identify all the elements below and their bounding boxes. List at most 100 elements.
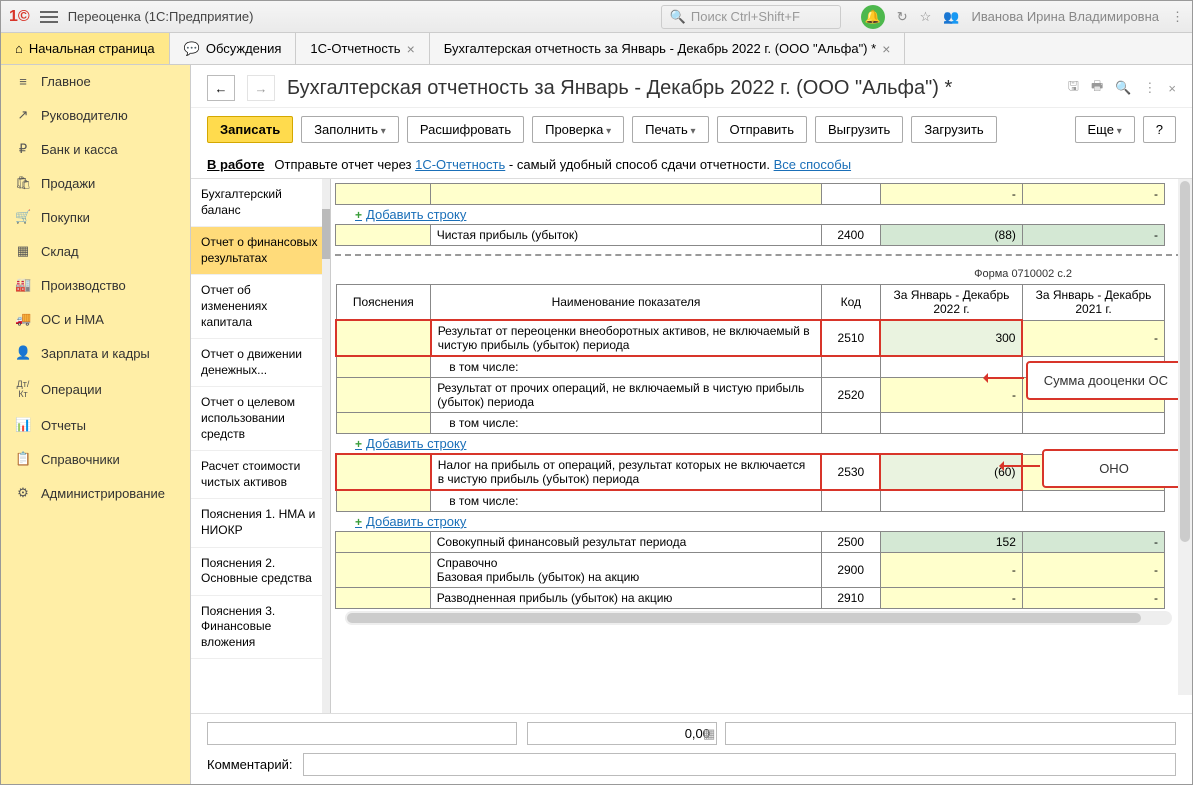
report-table-total: Совокупный финансовый результат периода … xyxy=(335,531,1165,609)
scrollbar[interactable] xyxy=(322,179,330,713)
nav-salary[interactable]: 👤Зарплата и кадры xyxy=(1,336,190,370)
close-icon[interactable]: × xyxy=(407,41,415,57)
list-icon: ≡ xyxy=(15,74,31,89)
comment-label: Комментарий: xyxy=(207,757,293,772)
factory-icon: 🏭 xyxy=(15,277,31,293)
section-cashflow[interactable]: Отчет о движении денежных... xyxy=(191,339,330,387)
section-notes3[interactable]: Пояснения 3. Финансовые вложения xyxy=(191,596,330,660)
tab-home[interactable]: ⌂ Начальная страница xyxy=(1,33,170,64)
nav-sales[interactable]: 🛍Продажи xyxy=(1,166,190,200)
grid-icon: ▦ xyxy=(15,243,31,259)
status-badge[interactable]: В работе xyxy=(207,157,264,172)
table-row[interactable]: Налог на прибыль от операций, результат … xyxy=(336,454,1165,490)
callout-revaluation: Сумма дооценки ОС xyxy=(1026,361,1186,400)
table-header: Пояснения Наименование показателя Код За… xyxy=(336,285,1165,321)
section-notes1[interactable]: Пояснения 1. НМА и НИОКР xyxy=(191,499,330,547)
nav-purchases[interactable]: 🛒Покупки xyxy=(1,200,190,234)
close-icon[interactable]: × xyxy=(882,41,890,57)
nav-warehouse[interactable]: ▦Склад xyxy=(1,234,190,268)
table-row[interactable]: в том числе: xyxy=(336,413,1165,434)
overflow-icon[interactable]: ⋮ xyxy=(1171,9,1184,25)
fill-button[interactable]: Заполнить xyxy=(301,116,399,143)
comment-input[interactable] xyxy=(303,753,1177,776)
tab-discussions[interactable]: 💬 Обсуждения xyxy=(170,33,297,64)
section-net-assets[interactable]: Расчет стоимости чистых активов xyxy=(191,451,330,499)
footer-num-input[interactable] xyxy=(527,722,717,745)
report-table-net: Чистая прибыль (убыток) 2400 (88) - xyxy=(335,224,1165,246)
calc-icon[interactable]: ▦ xyxy=(703,726,715,742)
link-all-ways[interactable]: Все способы xyxy=(774,157,851,172)
trend-icon: ↗ xyxy=(15,107,31,123)
section-fin-results[interactable]: Отчет о финансовых результатах xyxy=(191,227,330,275)
nav-assets[interactable]: 🚚ОС и НМА xyxy=(1,302,190,336)
nav-bank[interactable]: ₽Банк и касса xyxy=(1,132,190,166)
add-row-link[interactable]: Добавить строку xyxy=(335,512,1182,531)
save-button[interactable]: Записать xyxy=(207,116,293,143)
horizontal-scrollbar[interactable] xyxy=(345,611,1172,625)
import-button[interactable]: Загрузить xyxy=(911,116,996,143)
section-balance[interactable]: Бухгалтерский баланс xyxy=(191,179,330,227)
search-icon: 🔍 xyxy=(670,9,686,25)
vertical-scrollbar[interactable] xyxy=(1178,179,1192,695)
global-search[interactable]: 🔍 Поиск Ctrl+Shift+F xyxy=(661,5,841,29)
user-name[interactable]: Иванова Ирина Владимировна xyxy=(971,9,1159,24)
clipboard-icon: 📋 xyxy=(15,451,31,467)
add-row-link[interactable]: Добавить строку xyxy=(335,205,1182,224)
chart-icon: 📊 xyxy=(15,417,31,433)
user-icon[interactable]: 👥 xyxy=(943,9,959,25)
link-1c-report[interactable]: 1С-Отчетность xyxy=(415,157,505,172)
nav-manager[interactable]: ↗Руководителю xyxy=(1,98,190,132)
kebab-icon[interactable]: ⋮ xyxy=(1143,80,1156,96)
help-button[interactable]: ? xyxy=(1143,116,1176,143)
star-icon[interactable]: ☆ xyxy=(920,9,932,25)
nav-reports[interactable]: 📊Отчеты xyxy=(1,408,190,442)
print-button[interactable]: Печать xyxy=(632,116,708,143)
doc-header: ← → Бухгалтерская отчетность за Январь -… xyxy=(191,65,1192,108)
table-row[interactable]: в том числе: xyxy=(336,490,1165,512)
send-button[interactable]: Отправить xyxy=(717,116,807,143)
nav-catalogs[interactable]: 📋Справочники xyxy=(1,442,190,476)
save-icon[interactable]: 🖫 xyxy=(1068,77,1079,99)
ruble-icon: ₽ xyxy=(15,141,31,157)
form-number: Форма 0710002 с.2 xyxy=(335,264,1182,284)
table-row[interactable]: Результат от переоценки внеоборотных акт… xyxy=(336,320,1165,356)
nav-operations[interactable]: Дт/КтОперации xyxy=(1,370,190,408)
close-page-icon[interactable]: × xyxy=(1168,81,1176,96)
title-bar: 1© Переоценка (1С:Предприятие) 🔍 Поиск C… xyxy=(1,1,1192,33)
back-button[interactable]: ← xyxy=(207,75,235,101)
menu-icon[interactable] xyxy=(40,11,58,23)
check-button[interactable]: Проверка xyxy=(532,116,624,143)
tab-1c-report[interactable]: 1С-Отчетность × xyxy=(296,33,429,64)
bell-icon[interactable]: 🔔 xyxy=(861,5,885,29)
report-table-tax: Налог на прибыль от операций, результат … xyxy=(335,453,1165,512)
chat-icon: 💬 xyxy=(184,41,200,57)
nav-admin[interactable]: ⚙Администрирование xyxy=(1,476,190,510)
home-icon: ⌂ xyxy=(15,41,23,56)
table-row[interactable]: -- xyxy=(336,184,1165,205)
table-row[interactable]: Чистая прибыль (убыток) 2400 (88) - xyxy=(336,225,1165,246)
section-capital[interactable]: Отчет об изменениях капитала xyxy=(191,275,330,339)
footer-input-1[interactable] xyxy=(207,722,517,745)
print-icon[interactable]: 🖶 xyxy=(1091,77,1103,99)
tab-accounting-report[interactable]: Бухгалтерская отчетность за Январь - Дек… xyxy=(430,33,906,64)
report-table-main: Пояснения Наименование показателя Код За… xyxy=(335,284,1165,434)
table-row[interactable]: Совокупный финансовый результат периода … xyxy=(336,532,1165,553)
footer: ▦ Комментарий: xyxy=(191,713,1192,784)
nav-production[interactable]: 🏭Производство xyxy=(1,268,190,302)
history-icon[interactable]: ↻ xyxy=(897,9,908,25)
search-page-icon[interactable]: 🔍 xyxy=(1115,80,1131,96)
gear-icon: ⚙ xyxy=(15,485,31,501)
forward-button[interactable]: → xyxy=(247,75,275,101)
table-row[interactable]: Разводненная прибыль (убыток) на акцию 2… xyxy=(336,588,1165,609)
section-notes2[interactable]: Пояснения 2. Основные средства xyxy=(191,548,330,596)
truck-icon: 🚚 xyxy=(15,311,31,327)
page-title: Бухгалтерская отчетность за Январь - Дек… xyxy=(287,77,952,100)
decode-button[interactable]: Расшифровать xyxy=(407,116,524,143)
more-button[interactable]: Еще xyxy=(1075,116,1135,143)
section-target[interactable]: Отчет о целевом использовании средств xyxy=(191,387,330,451)
export-button[interactable]: Выгрузить xyxy=(815,116,903,143)
footer-input-2[interactable] xyxy=(725,722,1176,745)
tabs-bar: ⌂ Начальная страница 💬 Обсуждения 1С-Отч… xyxy=(1,33,1192,65)
nav-main[interactable]: ≡Главное xyxy=(1,65,190,98)
table-row[interactable]: Справочно Базовая прибыль (убыток) на ак… xyxy=(336,553,1165,588)
